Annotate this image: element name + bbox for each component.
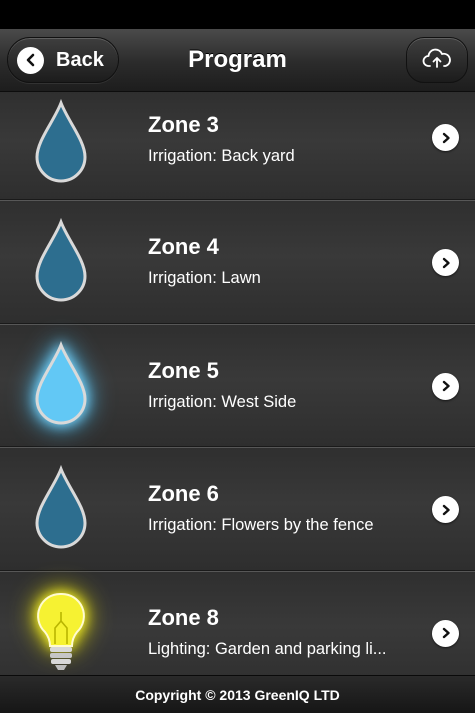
water-drop-icon — [28, 341, 94, 427]
zone-row[interactable]: Zone 6 Irrigation: Flowers by the fence — [0, 448, 475, 572]
cloud-upload-icon — [422, 47, 452, 74]
zone-text: Zone 3 Irrigation: Back yard — [148, 112, 410, 166]
zone-name: Zone 4 — [148, 234, 219, 259]
zone-description: Irrigation: Flowers by the fence — [148, 516, 374, 534]
zone-text: Zone 5 Irrigation: West Side — [148, 358, 410, 412]
chevron-right-icon[interactable] — [432, 619, 459, 647]
light-bulb-icon — [28, 588, 94, 674]
chevron-right-icon[interactable] — [432, 372, 459, 400]
zone-name: Zone 6 — [148, 481, 219, 506]
chevron-right-icon[interactable] — [432, 124, 459, 151]
zone-description: Irrigation: West Side — [148, 392, 297, 411]
copyright-text: Copyright © 2013 GreenIQ LTD — [135, 686, 340, 703]
zone-row[interactable]: Zone 4 Irrigation: Lawn — [0, 201, 475, 325]
zone-description: Irrigation: Lawn — [148, 269, 261, 287]
water-drop-icon — [28, 464, 94, 551]
zone-text: Zone 6 Irrigation: Flowers by the fence — [148, 481, 410, 535]
app-screen: Back Program Zone 3 Irrigation: Back yar… — [0, 0, 475, 713]
zone-row[interactable]: Zone 5 Irrigation: West Side — [0, 324, 475, 448]
page-title: Program — [188, 46, 287, 73]
zone-description: Lighting: Garden and parking li... — [148, 639, 387, 658]
zone-name: Zone 8 — [148, 604, 219, 630]
zone-name: Zone 5 — [148, 357, 219, 383]
zone-text: Zone 8 Lighting: Garden and parking li..… — [148, 605, 410, 659]
navigation-bar: Back Program — [0, 29, 475, 92]
zone-list: Zone 3 Irrigation: Back yard Zone 4 Irri… — [0, 92, 475, 695]
chevron-right-icon[interactable] — [432, 249, 459, 277]
chevron-right-icon[interactable] — [432, 496, 459, 524]
water-drop-icon — [28, 217, 94, 304]
status-bar — [0, 0, 475, 29]
zone-description: Irrigation: Back yard — [148, 147, 295, 165]
zone-row[interactable]: Zone 3 Irrigation: Back yard — [0, 92, 475, 201]
zone-text: Zone 4 Irrigation: Lawn — [148, 234, 410, 288]
cloud-upload-button[interactable] — [406, 37, 468, 83]
zone-name: Zone 3 — [148, 112, 219, 137]
water-drop-icon — [28, 98, 94, 185]
footer: Copyright © 2013 GreenIQ LTD — [0, 675, 475, 713]
